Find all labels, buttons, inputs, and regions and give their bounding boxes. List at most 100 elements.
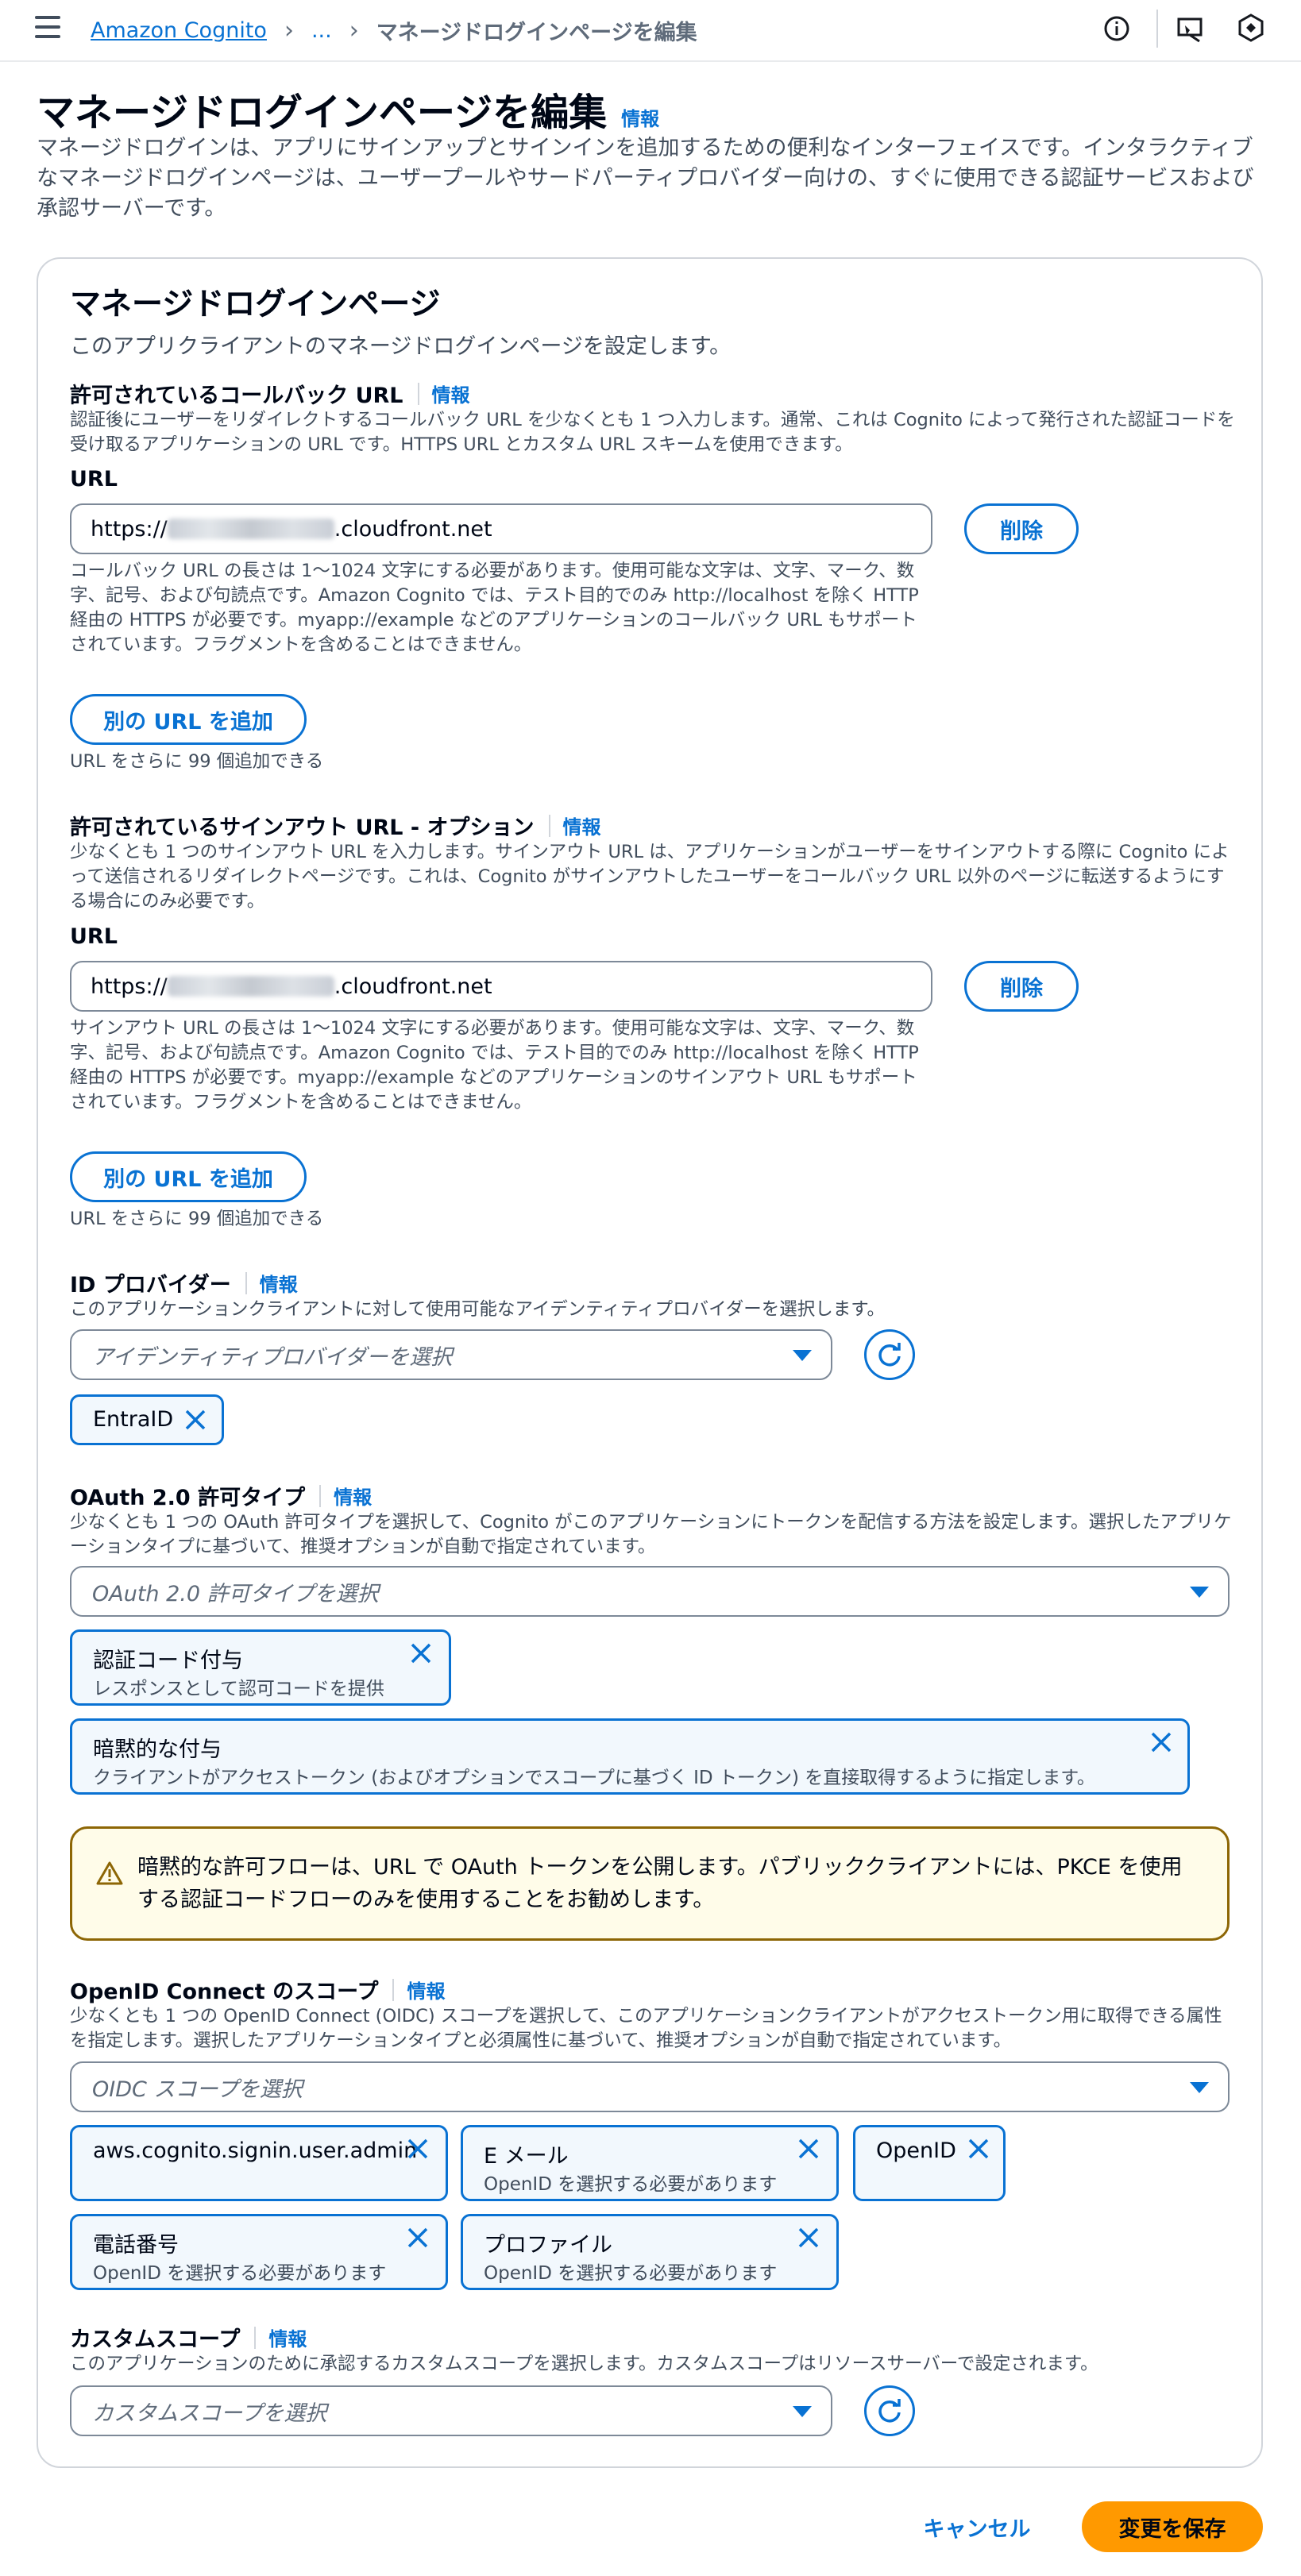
custom-refresh-button[interactable]	[864, 2385, 915, 2436]
signout-url-prefix: https://	[91, 974, 168, 999]
oidc-token-sub: OpenID を選択する必要があります	[484, 2263, 778, 2284]
oauth-select-placeholder: OAuth 2.0 許可タイプを選択	[92, 1581, 379, 1606]
warning-icon	[96, 1861, 123, 1885]
custom-select-placeholder: カスタムスコープを選択	[92, 2401, 327, 2426]
idp-title: ID プロバイダー	[70, 1273, 231, 1298]
custom-scope-select[interactable]: カスタムスコープを選択	[70, 2385, 832, 2436]
oidc-token-profile: プロファイル OpenID を選択する必要があります	[461, 2214, 839, 2290]
callback-description: 認証後にユーザーをリダイレクトするコールバック URL を少なくとも 1 つ入力…	[70, 410, 1235, 455]
oauth-token-sub: クライアントがアクセストークン (およびオプションでスコープに基づく ID トー…	[93, 1768, 1095, 1788]
oidc-token-email: E メール OpenID を選択する必要があります	[461, 2125, 839, 2201]
panel-title: マネージドログインページ	[70, 287, 441, 322]
signout-url-input[interactable]: https:// .cloudfront.net	[70, 961, 932, 1012]
caret-down-icon	[793, 2406, 812, 2417]
close-icon[interactable]	[404, 2135, 431, 2162]
caret-down-icon	[1190, 2082, 1209, 2093]
page-description: マネージドログインは、アプリにサインアップとサインインを追加するための便利なイン…	[37, 136, 1254, 221]
signout-remaining: URL をさらに 99 個追加できる	[70, 1209, 324, 1229]
oidc-title: OpenID Connect のスコープ	[70, 1980, 379, 2004]
cancel-button[interactable]: キャンセル	[905, 2501, 1048, 2552]
oidc-token-label: aws.cognito.signin.user.admin	[93, 2138, 418, 2163]
breadcrumb: Amazon Cognito › ... › マネージドログインページを編集	[91, 14, 697, 46]
idp-info-link[interactable]: 情報	[260, 1269, 298, 1297]
oauth-title-row: OAuth 2.0 許可タイプ 情報	[70, 1480, 372, 1511]
callback-add-url-button[interactable]: 別の URL を追加	[70, 694, 307, 745]
signout-add-url-button[interactable]: 別の URL を追加	[70, 1151, 307, 1202]
signout-constraint: サインアウト URL の長さは 1～1024 文字にする必要があります。使用可能…	[70, 1018, 919, 1113]
signout-url-suffix: .cloudfront.net	[334, 974, 492, 999]
oauth-token-label: 暗黙的な付与	[93, 1737, 222, 1762]
oauth-token-sub: レスポンスとして認可コードを提供	[93, 1679, 384, 1699]
page-title-info-link[interactable]: 情報	[621, 103, 659, 131]
idp-description: このアプリケーションクライアントに対して使用可能なアイデンティティプロバイダーを…	[70, 1299, 886, 1320]
oidc-select[interactable]: OIDC スコープを選択	[70, 2061, 1230, 2112]
close-icon[interactable]	[182, 1406, 209, 1433]
oauth-title: OAuth 2.0 許可タイプ	[70, 1486, 306, 1510]
oidc-token-label: プロファイル	[484, 2233, 612, 2258]
oauth-description: 少なくとも 1 つの OAuth 許可タイプを選択して、Cognito がこのア…	[70, 1512, 1232, 1557]
callback-url-input[interactable]: https:// .cloudfront.net	[70, 503, 932, 554]
oidc-title-row: OpenID Connect のスコープ 情報	[70, 1974, 445, 2005]
top-bar: Amazon Cognito › ... › マネージドログインページを編集	[0, 0, 1301, 62]
oauth-token-auth-code: 認証コード付与 レスポンスとして認可コードを提供	[70, 1629, 451, 1706]
idp-token: EntraID	[70, 1394, 224, 1445]
menu-icon[interactable]	[35, 16, 60, 38]
idp-select[interactable]: アイデンティティプロバイダーを選択	[70, 1329, 832, 1380]
signout-info-link[interactable]: 情報	[563, 812, 601, 839]
caret-down-icon	[1190, 1587, 1209, 1598]
oidc-token-label: 電話番号	[93, 2233, 179, 2258]
page-title: マネージドログインページを編集	[37, 91, 608, 135]
callback-info-link[interactable]: 情報	[432, 380, 470, 407]
save-changes-button[interactable]: 変更を保存	[1082, 2501, 1263, 2552]
info-circle-icon[interactable]	[1102, 14, 1131, 43]
idp-select-placeholder: アイデンティティプロバイダーを選択	[92, 1344, 453, 1370]
chevron-right-icon: ›	[284, 16, 294, 44]
signout-url-label: URL	[70, 924, 118, 949]
oauth-info-link[interactable]: 情報	[334, 1482, 372, 1510]
signout-description: 少なくとも 1 つのサインアウト URL を入力します。サインアウト URL は…	[70, 842, 1230, 912]
oauth-token-label: 認証コード付与	[93, 1649, 243, 1673]
close-icon[interactable]	[1148, 1729, 1175, 1756]
redacted-hostname	[167, 976, 334, 997]
caret-down-icon	[793, 1350, 812, 1361]
oauth-token-implicit: 暗黙的な付与 クライアントがアクセストークン (およびオプションでスコープに基づ…	[70, 1718, 1190, 1795]
close-icon[interactable]	[407, 1640, 434, 1667]
oidc-select-placeholder: OIDC スコープを選択	[92, 2077, 303, 2102]
close-icon[interactable]	[795, 2224, 822, 2251]
breadcrumb-ellipsis[interactable]: ...	[311, 18, 332, 43]
oidc-token-label: E メール	[484, 2144, 569, 2169]
idp-title-row: ID プロバイダー 情報	[70, 1267, 298, 1298]
idp-refresh-button[interactable]	[864, 1329, 915, 1380]
callback-url-label: URL	[70, 467, 118, 492]
oauth-select[interactable]: OAuth 2.0 許可タイプを選択	[70, 1566, 1230, 1617]
oidc-token-sub: OpenID を選択する必要があります	[93, 2263, 387, 2284]
custom-info-link[interactable]: 情報	[268, 2323, 307, 2351]
page-title-row: マネージドログインページを編集 情報	[37, 81, 659, 137]
oidc-description: 少なくとも 1 つの OpenID Connect (OIDC) スコープを選択…	[70, 2006, 1222, 2051]
callback-title: 許可されているコールバック URL	[70, 384, 403, 408]
top-bar-divider	[1156, 10, 1158, 48]
redacted-hostname	[167, 519, 334, 539]
idp-token-label: EntraID	[93, 1407, 174, 1432]
custom-title: カスタムスコープ	[70, 2327, 241, 2352]
callback-url-suffix: .cloudfront.net	[334, 516, 492, 542]
settings-hex-icon[interactable]	[1236, 13, 1266, 43]
callback-title-row: 許可されているコールバック URL 情報	[70, 378, 470, 409]
panel-subtitle: このアプリクライアントのマネージドログインページを設定します。	[70, 334, 732, 359]
implicit-warning-text: 暗黙的な許可フローは、URL で OAuth トークンを公開します。パブリックク…	[137, 1855, 1183, 1912]
callback-delete-button[interactable]: 削除	[964, 503, 1079, 554]
signout-delete-button[interactable]: 削除	[964, 961, 1079, 1012]
oidc-token-phone: 電話番号 OpenID を選択する必要があります	[70, 2214, 448, 2290]
close-icon[interactable]	[795, 2135, 822, 2162]
refresh-icon	[878, 1343, 901, 1367]
implicit-warning-alert: 暗黙的な許可フローは、URL で OAuth トークンを公開します。パブリックク…	[70, 1826, 1230, 1941]
oidc-token-sub: OpenID を選択する必要があります	[484, 2174, 778, 2195]
close-icon[interactable]	[965, 2135, 992, 2162]
oidc-info-link[interactable]: 情報	[407, 1976, 445, 2003]
callback-constraint: コールバック URL の長さは 1～1024 文字にする必要があります。使用可能…	[70, 561, 919, 655]
close-icon[interactable]	[404, 2224, 431, 2251]
breadcrumb-root[interactable]: Amazon Cognito	[91, 18, 267, 43]
custom-title-row: カスタムスコープ 情報	[70, 2322, 307, 2353]
feedback-icon[interactable]	[1176, 14, 1206, 44]
signout-title: 許可されているサインアウト URL - オプション	[70, 816, 535, 840]
